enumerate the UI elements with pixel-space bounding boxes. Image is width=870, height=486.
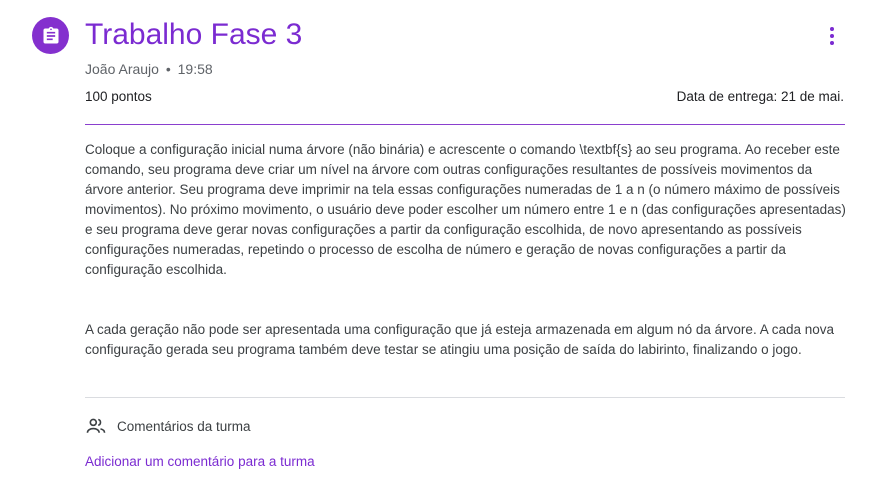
description-paragraph: A cada geração não pode ser apresentada … bbox=[85, 322, 835, 357]
meta-separator: • bbox=[165, 61, 171, 77]
assignment-meta: João Araujo • 19:58 bbox=[85, 61, 213, 77]
more-vert-icon-dot bbox=[830, 34, 834, 38]
more-options-button[interactable] bbox=[820, 22, 844, 50]
post-time: 19:58 bbox=[177, 61, 213, 77]
people-icon bbox=[85, 416, 109, 436]
class-comments-header: Comentários da turma bbox=[85, 416, 251, 436]
comments-divider bbox=[85, 397, 845, 398]
add-class-comment-link[interactable]: Adicionar um comentário para a turma bbox=[85, 454, 315, 469]
more-vert-icon-dot bbox=[830, 27, 834, 31]
assignment-description: Coloque a configuração inicial numa árvo… bbox=[85, 140, 853, 360]
class-comments-label: Comentários da turma bbox=[117, 418, 251, 434]
author-name: João Araujo bbox=[85, 61, 159, 77]
assignment-title: Trabalho Fase 3 bbox=[85, 18, 303, 51]
more-vert-icon-dot bbox=[830, 41, 834, 45]
assignment-icon bbox=[32, 17, 69, 54]
header-divider bbox=[85, 124, 845, 125]
description-paragraph: Coloque a configuração inicial numa árvo… bbox=[85, 142, 846, 277]
points-label: 100 pontos bbox=[85, 89, 152, 104]
due-date: Data de entrega: 21 de mai. bbox=[676, 89, 844, 104]
